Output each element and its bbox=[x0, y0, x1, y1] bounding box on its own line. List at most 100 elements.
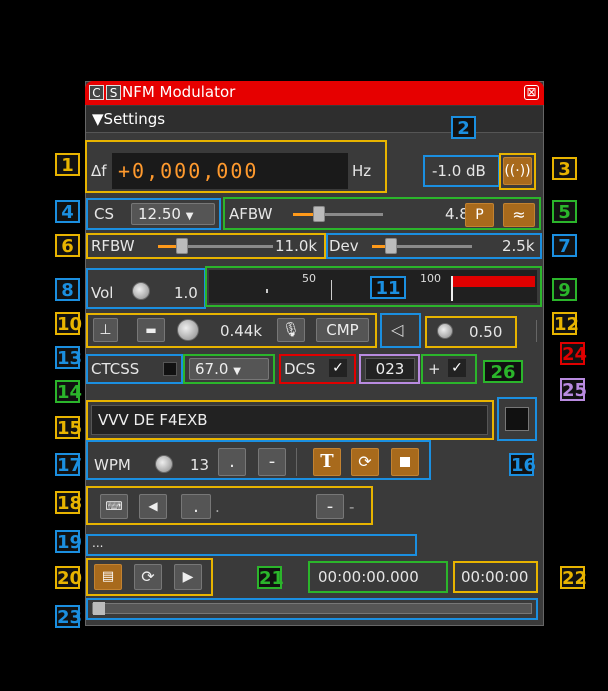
meter-red-zone bbox=[453, 276, 535, 287]
volume-knob[interactable] bbox=[132, 282, 150, 300]
dev-slider-fill bbox=[372, 245, 386, 248]
callout-20: 20 bbox=[55, 566, 83, 589]
key-icon[interactable]: ◀ bbox=[139, 494, 167, 519]
ctcss-checkbox[interactable] bbox=[163, 362, 177, 376]
feedback-volume-knob[interactable] bbox=[437, 323, 453, 339]
callout-26: 26 bbox=[483, 360, 523, 383]
callout-7: 7 bbox=[552, 234, 577, 257]
file-time-current: 00:00:00.000 bbox=[318, 568, 419, 586]
chevron-down-icon: ▼ bbox=[233, 366, 241, 377]
channel-c-button[interactable]: C bbox=[89, 85, 104, 100]
close-icon[interactable]: ⊠ bbox=[524, 85, 539, 100]
text-mode-button[interactable]: T bbox=[313, 448, 341, 476]
callout-5: 5 bbox=[552, 200, 577, 223]
rfbw-slider-fill bbox=[158, 245, 178, 248]
frequency-unit: Hz bbox=[352, 162, 372, 180]
tone-frequency-value: 0.44k bbox=[220, 322, 263, 340]
delta-f-label: Δf bbox=[91, 162, 107, 180]
callout-3: 3 bbox=[552, 157, 577, 180]
preemphasis-button[interactable]: P bbox=[465, 203, 494, 227]
dash-button[interactable]: - bbox=[258, 448, 286, 476]
chevron-down-icon: ▼ bbox=[185, 211, 194, 222]
meter-tick-line bbox=[331, 280, 332, 300]
channel-power-value: -1.0 dB bbox=[432, 162, 486, 180]
callout-17: 17 bbox=[55, 453, 83, 476]
rfbw-slider-handle[interactable] bbox=[176, 238, 188, 254]
vol-label: Vol bbox=[91, 284, 114, 302]
frequency-shift-dial[interactable]: +0,000,000 bbox=[112, 153, 348, 189]
afbw-label: AFBW bbox=[229, 205, 273, 223]
keyer-dot-char: . bbox=[215, 498, 220, 516]
dev-slider-handle[interactable] bbox=[385, 238, 397, 254]
dcs-checkbox[interactable]: ✓ bbox=[329, 359, 347, 377]
meter-tick-100: 100 bbox=[420, 272, 441, 285]
compressor-button[interactable]: CMP bbox=[316, 318, 369, 342]
callout-21: 21 bbox=[257, 566, 285, 589]
cw-text-clear-button[interactable] bbox=[505, 407, 529, 431]
dcs-label: DCS bbox=[284, 360, 316, 378]
ctcss-select[interactable]: 67.0 ▼ bbox=[189, 358, 269, 380]
filter-icon[interactable]: ≈ bbox=[503, 203, 535, 227]
dcs-code-input[interactable]: 023 bbox=[365, 358, 415, 380]
volume-value: 1.0 bbox=[174, 284, 198, 302]
collapse-arrow-icon: ▼ bbox=[92, 110, 104, 128]
antenna-icon[interactable]: ((·)) bbox=[503, 157, 532, 185]
file-position-handle[interactable] bbox=[93, 602, 105, 615]
callout-18: 18 bbox=[55, 491, 83, 514]
meter-dot bbox=[266, 289, 268, 293]
callout-25: 25 bbox=[560, 378, 588, 401]
callout-22: 22 bbox=[560, 566, 588, 589]
dcs-sign-label: + bbox=[428, 360, 441, 378]
settings-text: Settings bbox=[103, 110, 166, 128]
file-input-icon[interactable]: ▬ bbox=[137, 318, 165, 342]
channel-spacing-select[interactable]: 12.50 ▼ bbox=[131, 203, 215, 225]
callout-15: 15 bbox=[55, 416, 83, 439]
separator bbox=[536, 320, 537, 342]
callout-box-19 bbox=[86, 534, 417, 556]
dev-label: Dev bbox=[329, 237, 359, 255]
afbw-slider-handle[interactable] bbox=[313, 206, 325, 222]
callout-19: 19 bbox=[55, 530, 83, 553]
meter-peak-line bbox=[451, 276, 453, 301]
callout-12: 12 bbox=[552, 312, 580, 335]
meter-tick-50: 50 bbox=[302, 272, 316, 285]
callout-9: 9 bbox=[552, 278, 577, 301]
speaker-icon[interactable]: ◁ bbox=[391, 320, 403, 339]
channel-s-button[interactable]: S bbox=[106, 85, 121, 100]
cs-label: CS bbox=[94, 205, 114, 223]
callout-24: 24 bbox=[560, 342, 588, 365]
callout-6: 6 bbox=[55, 234, 80, 257]
loop-icon[interactable]: ⟳ bbox=[351, 448, 379, 476]
callout-23: 23 bbox=[55, 605, 83, 628]
tone-frequency-knob[interactable] bbox=[177, 319, 199, 341]
open-file-icon[interactable]: ▤ bbox=[94, 564, 122, 590]
separator bbox=[296, 448, 297, 476]
settings-label[interactable]: ▼Settings bbox=[92, 110, 165, 128]
ctcss-value: 67.0 bbox=[195, 360, 229, 378]
dev-value: 2.5k bbox=[502, 237, 535, 255]
callout-1: 1 bbox=[55, 153, 80, 176]
wpm-knob[interactable] bbox=[155, 455, 173, 473]
tone-icon[interactable]: ⊥ bbox=[93, 318, 118, 342]
stop-icon[interactable] bbox=[391, 448, 419, 476]
wpm-label: WPM bbox=[94, 456, 131, 474]
rfbw-label: RFBW bbox=[91, 237, 135, 255]
callout-4: 4 bbox=[55, 200, 80, 223]
file-position-slider[interactable] bbox=[92, 603, 532, 614]
microphone-icon[interactable]: 🎙 bbox=[277, 318, 305, 342]
wpm-value: 13 bbox=[190, 456, 210, 474]
loop-icon[interactable]: ⟳ bbox=[134, 564, 162, 590]
rfbw-value: 11.0k bbox=[275, 237, 318, 255]
keyer-dot-button[interactable]: . bbox=[181, 494, 211, 519]
feedback-volume-value: 0.50 bbox=[469, 323, 503, 341]
callout-16: 16 bbox=[509, 453, 537, 476]
cw-text-input[interactable]: VVV DE F4EXB bbox=[91, 405, 488, 435]
play-icon[interactable]: ▶ bbox=[174, 564, 202, 590]
keyboard-icon[interactable]: ⌨ bbox=[100, 494, 128, 519]
callout-10: 10 bbox=[55, 312, 83, 335]
dot-button[interactable]: . bbox=[218, 448, 246, 476]
window-title: NFM Modulator bbox=[122, 83, 236, 101]
callout-11: 11 bbox=[370, 276, 406, 299]
keyer-dash-button[interactable]: - bbox=[316, 494, 344, 519]
dcs-positive-checkbox[interactable]: ✓ bbox=[448, 359, 466, 377]
